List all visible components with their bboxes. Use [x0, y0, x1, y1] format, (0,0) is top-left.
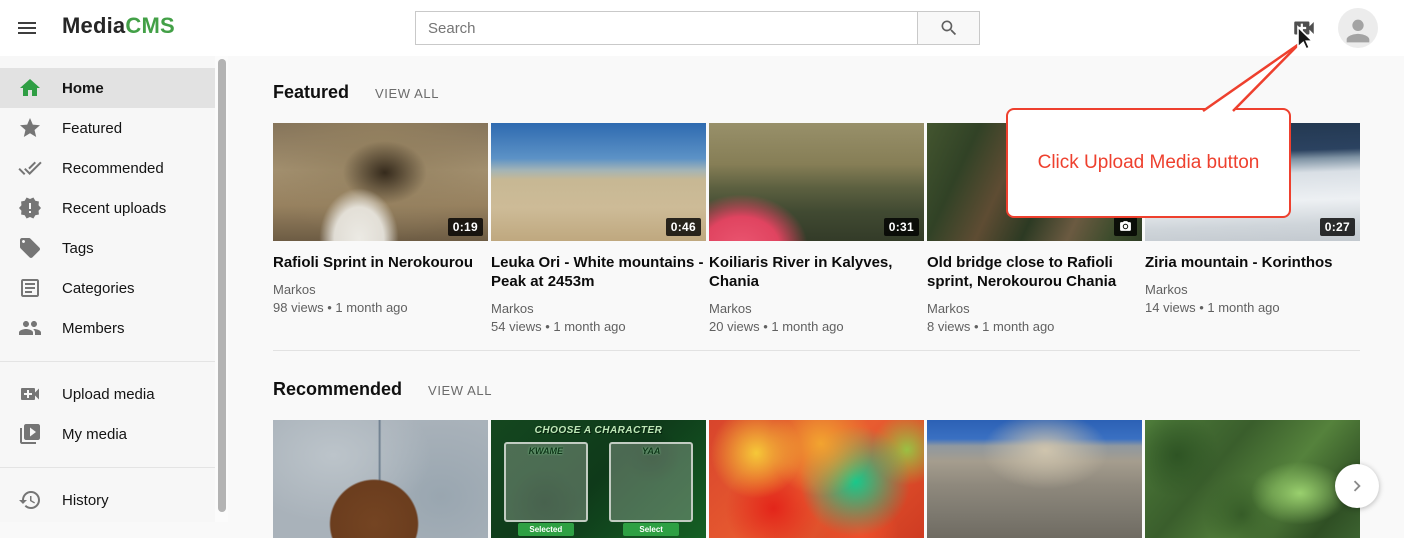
video-thumbnail[interactable]: CHOOSE A CHARACTER KWAME YAA Selected Se…	[491, 420, 706, 538]
video-card: 0:31 Koiliaris River in Kalyves, Chania …	[709, 123, 924, 335]
game-thumb-button: Selected	[518, 523, 574, 536]
recommended-section: Recommended VIEW ALL CHOOSE A CHARACTER …	[273, 379, 1360, 538]
section-title: Featured	[273, 82, 349, 103]
video-meta: 98 views • 1 month ago	[273, 299, 488, 316]
sidebar-item-history[interactable]: History	[0, 480, 215, 520]
sidebar-item-label: Featured	[62, 120, 122, 137]
section-title: Recommended	[273, 379, 402, 400]
sidebar-item-categories[interactable]: Categories	[0, 268, 215, 308]
user-avatar[interactable]	[1338, 8, 1378, 48]
video-thumbnail[interactable]: 0:19	[273, 123, 488, 241]
my-media-icon	[18, 422, 42, 446]
search-button[interactable]	[917, 11, 980, 45]
video-meta: 20 views • 1 month ago	[709, 318, 924, 335]
video-card: 0:19 Rafioli Sprint in Nerokourou Markos…	[273, 123, 488, 335]
video-title[interactable]: Leuka Ori - White mountains - Peak at 24…	[491, 253, 706, 291]
members-icon	[18, 316, 42, 340]
image-type-badge	[1114, 217, 1137, 236]
sidebar-item-label: Upload media	[62, 386, 155, 403]
video-author[interactable]: Markos	[709, 300, 924, 317]
sidebar-item-upload-media[interactable]: Upload media	[0, 374, 215, 414]
chevron-right-icon	[1346, 475, 1368, 497]
top-bar: MediaCMS	[0, 0, 1404, 56]
view-all-link[interactable]: VIEW ALL	[428, 383, 492, 398]
duration-badge: 0:46	[666, 218, 701, 236]
person-icon	[1341, 14, 1375, 48]
video-title[interactable]: Ziria mountain - Korinthos	[1145, 253, 1360, 272]
video-title[interactable]: Rafioli Sprint in Nerokourou	[273, 253, 488, 272]
upload-media-button[interactable]	[1291, 15, 1317, 41]
sidebar-item-label: Tags	[62, 240, 94, 257]
categories-icon	[18, 276, 42, 300]
game-thumb-title: CHOOSE A CHARACTER	[491, 425, 706, 436]
sidebar-divider	[0, 361, 215, 362]
sidebar-item-label: History	[62, 492, 109, 509]
video-thumbnail[interactable]: 0:46	[491, 123, 706, 241]
video-thumbnail[interactable]	[1145, 420, 1360, 538]
sidebar-scrollbar	[215, 56, 228, 522]
sidebar-item-tags[interactable]: Tags	[0, 228, 215, 268]
video-card: 0:46 Leuka Ori - White mountains - Peak …	[491, 123, 706, 335]
video-author[interactable]: Markos	[273, 281, 488, 298]
duration-badge: 0:31	[884, 218, 919, 236]
video-author[interactable]: Markos	[927, 300, 1142, 317]
search-bar	[415, 11, 980, 45]
video-author[interactable]: Markos	[1145, 281, 1360, 298]
recommended-cards-row: CHOOSE A CHARACTER KWAME YAA Selected Se…	[273, 420, 1360, 538]
sidebar-item-my-media[interactable]: My media	[0, 414, 215, 454]
view-all-link[interactable]: VIEW ALL	[375, 86, 439, 101]
new-releases-icon	[18, 196, 42, 220]
sidebar-item-label: Home	[62, 80, 104, 97]
video-thumbnail[interactable]	[273, 420, 488, 538]
sidebar-item-home[interactable]: Home	[0, 68, 215, 108]
search-icon	[939, 18, 959, 38]
sidebar-item-recommended[interactable]: Recommended	[0, 148, 215, 188]
upload-media-icon	[1291, 15, 1317, 41]
sidebar-scrollbar-thumb[interactable]	[218, 59, 226, 512]
logo-cms: CMS	[125, 13, 175, 38]
video-meta: 54 views • 1 month ago	[491, 318, 706, 335]
sidebar-item-label: Recommended	[62, 160, 164, 177]
video-thumbnail[interactable]: 0:31	[709, 123, 924, 241]
duration-badge: 0:27	[1320, 218, 1355, 236]
done-all-icon	[18, 156, 42, 180]
sidebar-item-members[interactable]: Members	[0, 308, 215, 348]
section-divider	[273, 350, 1360, 351]
home-icon	[18, 76, 42, 100]
sidebar-item-recent-uploads[interactable]: Recent uploads	[0, 188, 215, 228]
camera-icon	[1119, 220, 1132, 233]
sidebar-item-label: Members	[62, 320, 125, 337]
game-character-name: KWAME	[506, 446, 586, 456]
logo[interactable]: MediaCMS	[62, 13, 175, 39]
video-title[interactable]: Old bridge close to Rafioli sprint, Nero…	[927, 253, 1142, 291]
game-character-name: YAA	[611, 446, 691, 456]
game-thumb-panel: KWAME	[504, 442, 588, 522]
sidebar-item-label: Categories	[62, 280, 135, 297]
video-author[interactable]: Markos	[491, 300, 706, 317]
carousel-next-button[interactable]	[1335, 464, 1379, 508]
annotation-text: Click Upload Media button	[1038, 152, 1260, 174]
video-meta: 14 views • 1 month ago	[1145, 299, 1360, 316]
star-icon	[18, 116, 42, 140]
video-meta: 8 views • 1 month ago	[927, 318, 1142, 335]
video-thumbnail[interactable]	[709, 420, 924, 538]
game-thumb-button: Select	[623, 523, 679, 536]
history-icon	[18, 488, 42, 512]
duration-badge: 0:19	[448, 218, 483, 236]
sidebar-item-label: Recent uploads	[62, 200, 166, 217]
logo-media: Media	[62, 13, 125, 38]
sidebar-item-featured[interactable]: Featured	[0, 108, 215, 148]
search-input[interactable]	[415, 11, 917, 45]
sidebar-item-label: My media	[62, 426, 127, 443]
annotation-tooltip: Click Upload Media button	[1006, 108, 1291, 218]
video-title[interactable]: Koiliaris River in Kalyves, Chania	[709, 253, 924, 291]
tag-icon	[18, 236, 42, 260]
sidebar-divider	[0, 467, 215, 468]
game-thumb-panel: YAA	[609, 442, 693, 522]
hamburger-menu-icon[interactable]	[15, 16, 41, 42]
upload-media-icon	[18, 382, 42, 406]
video-thumbnail[interactable]	[927, 420, 1142, 538]
sidebar: Home Featured Recommended Recent uploads…	[0, 56, 215, 522]
